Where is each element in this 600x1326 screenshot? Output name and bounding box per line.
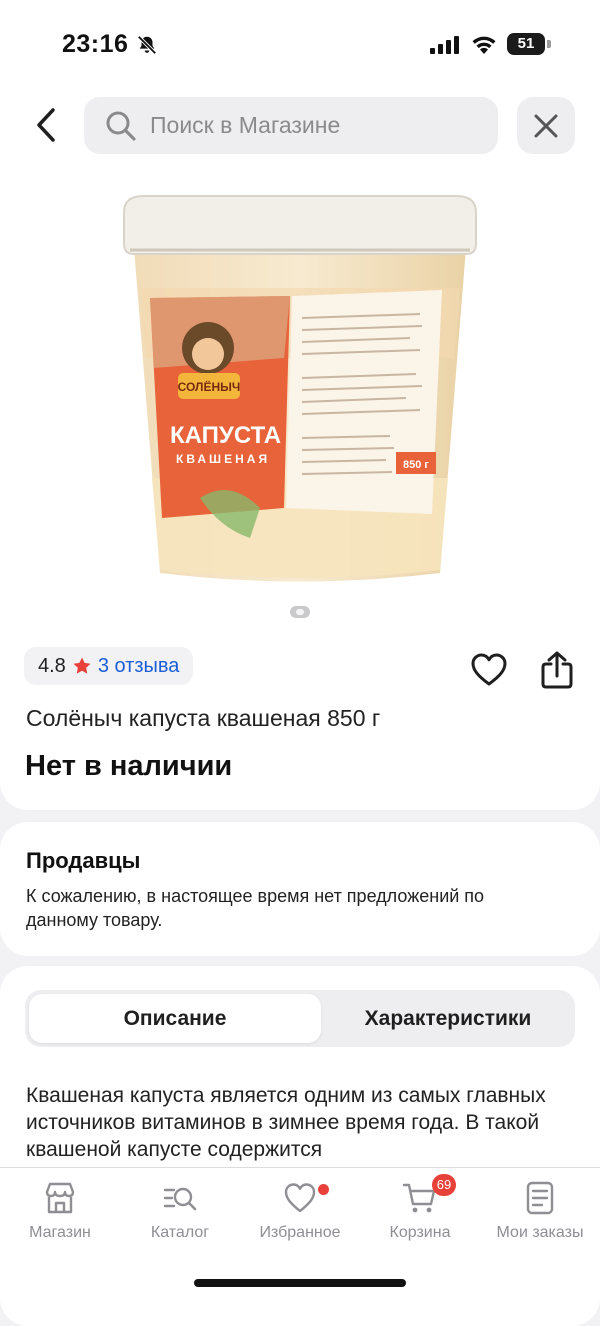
- star-icon: [73, 657, 91, 674]
- orders-icon: [526, 1181, 554, 1215]
- nav-item-store[interactable]: Магазин: [0, 1180, 120, 1260]
- battery-level: 51: [507, 33, 545, 55]
- sellers-title: Продавцы: [26, 848, 141, 873]
- package-weight: 850 г: [403, 459, 429, 471]
- bottom-navigation: Магазин Каталог Избранное 69 Корзина Мои…: [0, 1167, 600, 1300]
- stock-status: Нет в наличии: [25, 750, 233, 782]
- package-brand: СОЛЁНЫЧ: [178, 379, 241, 394]
- description-text: Квашеная капуста является одним из самых…: [26, 1084, 546, 1161]
- nav-label-store: Магазин: [29, 1224, 91, 1241]
- nav-label-catalog: Каталог: [150, 1224, 210, 1241]
- nav-item-catalog[interactable]: Каталог: [120, 1180, 240, 1260]
- chevron-left-icon: [37, 108, 55, 142]
- product-title: Солёныч капуста квашеная 850 г: [26, 705, 381, 731]
- search-icon: [106, 111, 136, 141]
- close-icon: [534, 114, 558, 137]
- package-name-line2: КВАШЕНАЯ: [176, 452, 270, 466]
- bell-off-icon: [137, 35, 157, 55]
- home-indicator: [194, 1279, 406, 1287]
- search-bar[interactable]: [84, 97, 498, 154]
- status-bar: 23:16 51: [0, 0, 600, 90]
- favorites-notification-dot: [318, 1184, 329, 1195]
- wifi-icon: [472, 36, 496, 54]
- heart-icon: [284, 1183, 316, 1213]
- rating-value: 4.8: [38, 654, 66, 677]
- carousel-indicator[interactable]: [290, 606, 310, 618]
- sellers-empty-message: К сожалению, в настоящее время нет предл…: [26, 886, 485, 930]
- reviews-link[interactable]: 3 отзыва: [98, 655, 180, 678]
- nav-item-favorites[interactable]: Избранное: [240, 1180, 360, 1260]
- rating-badge[interactable]: 4.8 3 отзыва: [24, 647, 194, 685]
- battery-tip: [547, 40, 551, 48]
- battery-indicator: 51: [507, 33, 551, 55]
- tab-characteristics[interactable]: Характеристики: [325, 994, 571, 1043]
- nav-item-orders[interactable]: Мои заказы: [480, 1180, 600, 1260]
- product-card: 23:16 51 Поиск в Магазине СОЛЁНЫЧ КАПУСТ…: [0, 0, 600, 810]
- favorite-heart-icon[interactable]: [470, 652, 508, 688]
- nav-item-cart[interactable]: 69 Корзина: [360, 1174, 480, 1260]
- catalog-search-icon: [163, 1187, 197, 1211]
- store-icon: [45, 1182, 75, 1214]
- close-button[interactable]: [517, 97, 575, 154]
- product-image[interactable]: СОЛЁНЫЧ КАПУСТА КВАШЕНАЯ 850 г: [110, 178, 490, 598]
- cart-count-badge: 69: [432, 1174, 456, 1196]
- package-name-line1: КАПУСТА: [170, 422, 281, 449]
- share-icon[interactable]: [538, 650, 576, 690]
- nav-label-orders: Мои заказы: [496, 1224, 584, 1241]
- segmented-tabs: Описание Характеристики: [25, 990, 575, 1047]
- back-button[interactable]: [26, 104, 66, 146]
- nav-label-cart: Корзина: [389, 1224, 451, 1241]
- nav-label-favorites: Избранное: [259, 1224, 341, 1241]
- signal-icon: [430, 36, 459, 54]
- tab-description[interactable]: Описание: [29, 994, 321, 1043]
- search-input[interactable]: [150, 97, 480, 154]
- status-time: 23:16: [62, 30, 129, 58]
- sellers-section: Продавцы К сожалению, в настоящее время …: [0, 822, 600, 956]
